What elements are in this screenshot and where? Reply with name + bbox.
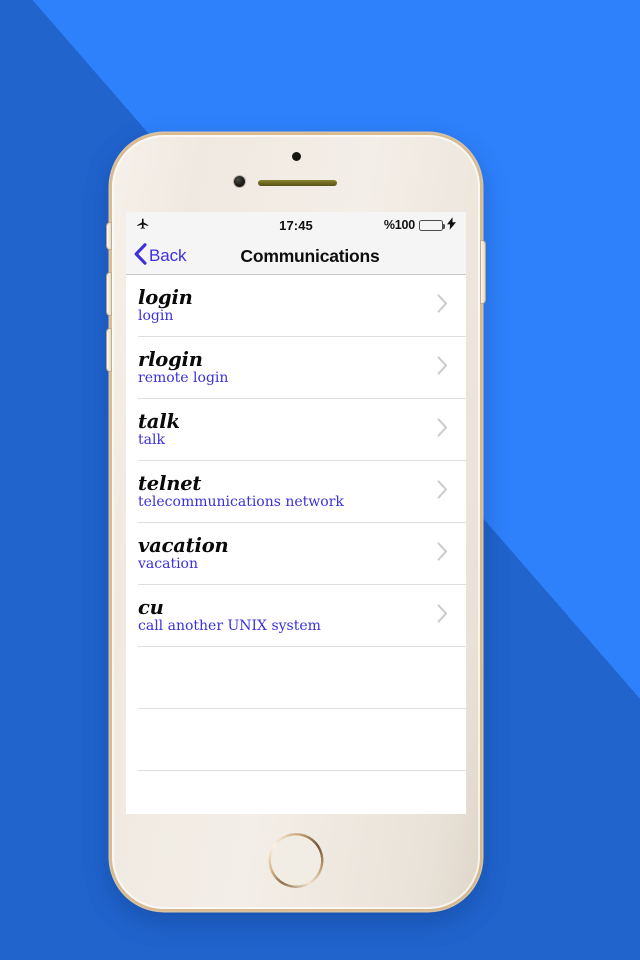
front-camera-icon <box>234 176 245 187</box>
earpiece-speaker-icon <box>258 180 337 186</box>
volume-down-button[interactable] <box>107 329 111 371</box>
list-item-empty <box>126 709 466 771</box>
chevron-right-icon <box>437 480 448 504</box>
list-item-subtitle: call another UNIX system <box>138 618 321 635</box>
list-item-text: login login <box>138 287 193 325</box>
proximity-sensor-icon <box>292 152 301 161</box>
back-button[interactable]: Back <box>134 242 187 270</box>
chevron-right-icon <box>437 604 448 628</box>
list-item-text: cu call another UNIX system <box>138 597 321 635</box>
home-button[interactable] <box>268 833 324 888</box>
list-item-title: talk <box>138 410 180 434</box>
phone-screen: 17:45 %100 Back Communications login log… <box>126 212 466 814</box>
list-item-title: vacation <box>138 534 229 558</box>
status-bar-right: %100 <box>350 217 456 233</box>
list-item[interactable]: telnet telecommunications network <box>126 461 466 523</box>
list-item-title: cu <box>138 596 164 620</box>
list-item-text: rlogin remote login <box>138 349 228 387</box>
status-bar-left <box>136 217 242 234</box>
list-item[interactable]: rlogin remote login <box>126 337 466 399</box>
list-item-title: login <box>138 286 193 310</box>
back-button-label: Back <box>149 246 187 265</box>
battery-nub <box>443 223 446 229</box>
list-item[interactable]: login login <box>126 275 466 337</box>
home-button-ring <box>268 833 324 888</box>
list-item-subtitle: login <box>138 308 174 325</box>
power-button[interactable] <box>481 241 485 303</box>
phone-device: 17:45 %100 Back Communications login log… <box>107 133 485 911</box>
list-item-text: vacation vacation <box>138 534 229 573</box>
chevron-right-icon <box>437 418 448 442</box>
chevron-left-icon <box>134 243 147 270</box>
list-item-subtitle: talk <box>138 432 165 449</box>
status-bar: 17:45 %100 <box>126 212 466 238</box>
list-item[interactable]: cu call another UNIX system <box>126 585 466 647</box>
mute-switch[interactable] <box>107 223 111 249</box>
chevron-right-icon <box>437 356 448 380</box>
list-item[interactable]: vacation vacation <box>126 523 466 585</box>
list-item-subtitle: vacation <box>138 556 198 573</box>
list-item-subtitle: telecommunications network <box>138 494 344 511</box>
list-item-title: rlogin <box>138 348 203 372</box>
status-bar-clock: 17:45 <box>279 217 313 233</box>
navigation-bar: Back Communications <box>126 238 466 275</box>
list-item-empty <box>126 647 466 709</box>
list-item-text: talk talk <box>138 411 180 449</box>
list-item[interactable]: talk talk <box>126 399 466 461</box>
list-item-subtitle: remote login <box>138 370 229 387</box>
chevron-right-icon <box>437 542 448 566</box>
battery-percent-label: %100 <box>383 218 415 232</box>
chevron-right-icon <box>437 294 448 318</box>
list-item-title: telnet <box>138 472 202 496</box>
volume-up-button[interactable] <box>107 273 111 315</box>
airplane-mode-icon <box>136 217 150 234</box>
command-list: login login rlogin remote login talk talk teln… <box>126 275 466 814</box>
list-item-text: telnet telecommunications network <box>138 473 344 511</box>
lightning-bolt-icon <box>446 217 456 233</box>
battery-full-icon <box>418 219 446 231</box>
